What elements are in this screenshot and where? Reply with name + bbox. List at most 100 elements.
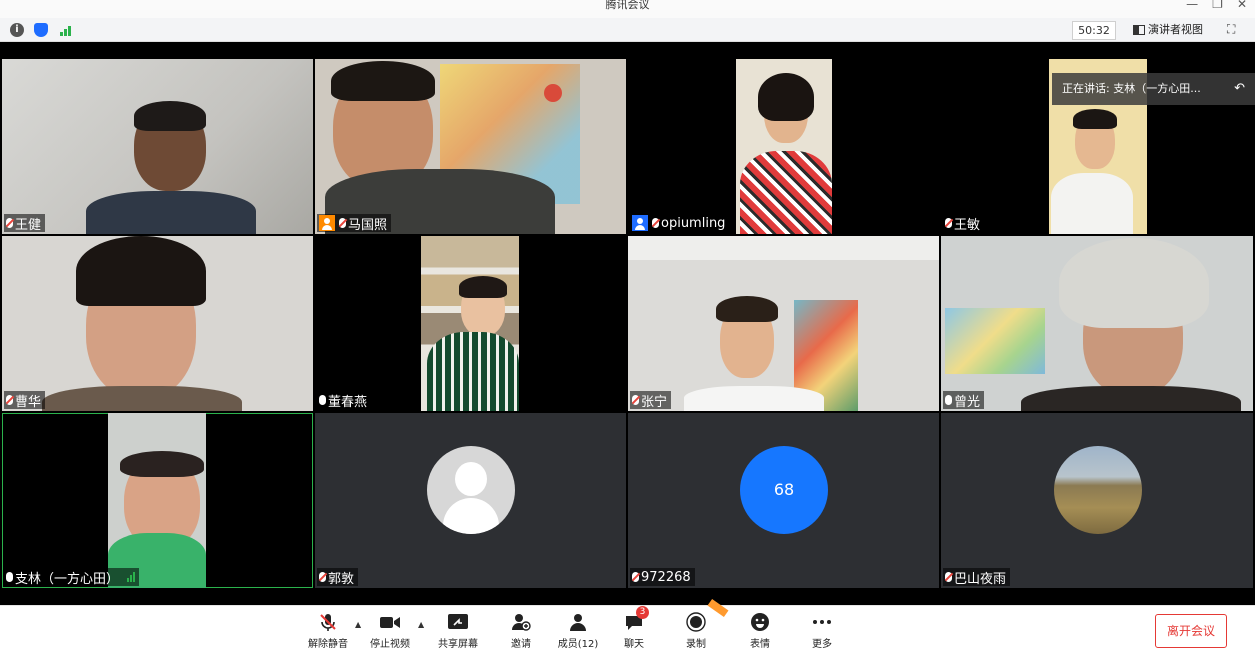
- participant-label: 马国照: [317, 214, 392, 233]
- layout-icon: [1133, 24, 1145, 35]
- avatar: 68: [740, 446, 828, 534]
- voice-level-icon: [127, 572, 136, 582]
- leave-meeting-button[interactable]: 离开会议: [1155, 614, 1227, 648]
- share-screen-label: 共享屏幕: [438, 639, 478, 650]
- participant-name: 巴山夜雨: [954, 571, 1007, 587]
- add-user-icon: [491, 612, 551, 632]
- minimize-button[interactable]: —: [1186, 0, 1198, 11]
- window-title: 腾讯会议: [605, 0, 650, 11]
- mic-icon: [945, 395, 952, 405]
- stop-video-button[interactable]: 停止视频: [360, 612, 420, 650]
- participant-label: 972268: [630, 568, 695, 586]
- mic-muted-icon: [652, 218, 659, 228]
- chat-icon: 3: [604, 606, 664, 632]
- participant-label: 王敏: [943, 214, 985, 233]
- chat-button[interactable]: 3 聊天: [604, 606, 664, 650]
- participant-name: 972268: [641, 569, 691, 585]
- video-tile[interactable]: 马国照: [315, 59, 626, 234]
- participant-name: 支林（一方心田）: [15, 571, 120, 587]
- invite-button[interactable]: 邀请: [491, 612, 551, 650]
- speaking-indicator: 正在讲话: 支林（一方心田... ↶: [1052, 73, 1255, 105]
- participant-label: 王健: [4, 214, 46, 233]
- video-tile[interactable]: opiumling: [628, 59, 939, 234]
- emoji-label: 表情: [750, 639, 770, 650]
- mic-muted-icon: [6, 218, 13, 228]
- invite-label: 邀请: [511, 639, 531, 650]
- chat-label: 聊天: [624, 639, 644, 650]
- meeting-timer: 50:32: [1072, 21, 1116, 40]
- cohost-icon: [632, 215, 648, 231]
- status-bar: i 50:32 演讲者视图 ⛶: [0, 18, 1255, 42]
- more-button[interactable]: 更多: [792, 612, 852, 650]
- video-tile[interactable]: 巴山夜雨: [941, 413, 1253, 588]
- fullscreen-icon[interactable]: ⛶: [1227, 22, 1235, 37]
- mic-muted-icon: [6, 395, 13, 405]
- video-tile[interactable]: 董春燕: [315, 236, 626, 411]
- participant-name: opiumling: [661, 215, 726, 231]
- record-button[interactable]: 录制: [666, 598, 729, 650]
- video-tile[interactable]: 68 972268: [628, 413, 939, 588]
- mic-muted-icon: [632, 395, 639, 405]
- camera-icon: [360, 612, 420, 632]
- mic-muted-icon: [945, 218, 952, 228]
- avatar-initials: 68: [773, 480, 795, 499]
- mic-icon: [6, 572, 13, 582]
- participant-name: 马国照: [348, 217, 388, 233]
- video-tile[interactable]: 曾光: [941, 236, 1253, 411]
- speaker-view-label: 演讲者视图: [1148, 23, 1203, 36]
- chat-unread-badge: 3: [636, 606, 649, 619]
- participant-name: 曹华: [15, 394, 42, 410]
- participant-label: 巴山夜雨: [943, 568, 1011, 587]
- mic-muted-icon: [632, 572, 639, 582]
- more-label: 更多: [812, 639, 832, 650]
- video-options-caret[interactable]: ▲: [418, 620, 424, 629]
- emoji-icon: [730, 612, 790, 632]
- record-label: 录制: [686, 639, 706, 650]
- members-icon: [548, 612, 608, 632]
- record-icon: [666, 598, 729, 632]
- participant-name: 曾光: [954, 394, 981, 410]
- default-avatar-icon: [427, 446, 515, 534]
- title-bar: 腾讯会议 — ❐ ✕: [0, 0, 1255, 18]
- participant-name: 董春燕: [328, 394, 368, 410]
- participant-name: 郭敦: [328, 571, 355, 587]
- maximize-button[interactable]: ❐: [1212, 0, 1223, 11]
- speaker-view-button[interactable]: 演讲者视图: [1133, 21, 1203, 38]
- video-tile[interactable]: 王健: [2, 59, 313, 234]
- world-map: [945, 308, 1045, 374]
- mic-icon: [319, 395, 326, 405]
- members-label: 成员(12): [557, 639, 599, 650]
- video-tile[interactable]: 郭敦: [315, 413, 626, 588]
- shield-icon[interactable]: [34, 23, 48, 37]
- participant-label: 董春燕: [317, 391, 372, 410]
- close-button[interactable]: ✕: [1237, 0, 1247, 11]
- mic-muted-icon: [298, 612, 358, 632]
- meeting-toolbar: 解除静音 ▲ 停止视频 ▲ 共享屏幕 邀请 成员(12) 3 聊天 录制 表情 …: [0, 598, 1255, 657]
- video-tile[interactable]: 张宁: [628, 236, 939, 411]
- share-screen-button[interactable]: 共享屏幕: [428, 612, 488, 650]
- mic-muted-icon: [339, 218, 346, 228]
- avatar: [1054, 446, 1142, 534]
- stop-video-label: 停止视频: [370, 639, 410, 650]
- participant-label: opiumling: [630, 214, 730, 232]
- signal-icon[interactable]: [60, 24, 76, 36]
- share-screen-icon: [428, 612, 488, 632]
- participant-name: 张宁: [641, 394, 668, 410]
- more-icon: [792, 612, 852, 632]
- unmute-label: 解除静音: [308, 639, 348, 650]
- info-icon[interactable]: i: [10, 23, 24, 37]
- host-icon: [319, 215, 335, 231]
- mic-muted-icon: [945, 572, 952, 582]
- participant-label: 张宁: [630, 391, 672, 410]
- video-tile[interactable]: 曹华: [2, 236, 313, 411]
- participant-label: 支林（一方心田）: [4, 568, 140, 587]
- members-button[interactable]: 成员(12): [548, 612, 608, 650]
- participant-label: 曾光: [943, 391, 985, 410]
- participant-label: 曹华: [4, 391, 46, 410]
- collapse-icon[interactable]: ↶: [1234, 73, 1245, 105]
- video-tile-active-speaker[interactable]: 支林（一方心田）: [2, 413, 313, 588]
- mic-muted-icon: [319, 572, 326, 582]
- unmute-button[interactable]: 解除静音: [298, 612, 358, 650]
- emoji-button[interactable]: 表情: [730, 612, 790, 650]
- speaking-text: 正在讲话: 支林（一方心田...: [1062, 82, 1201, 95]
